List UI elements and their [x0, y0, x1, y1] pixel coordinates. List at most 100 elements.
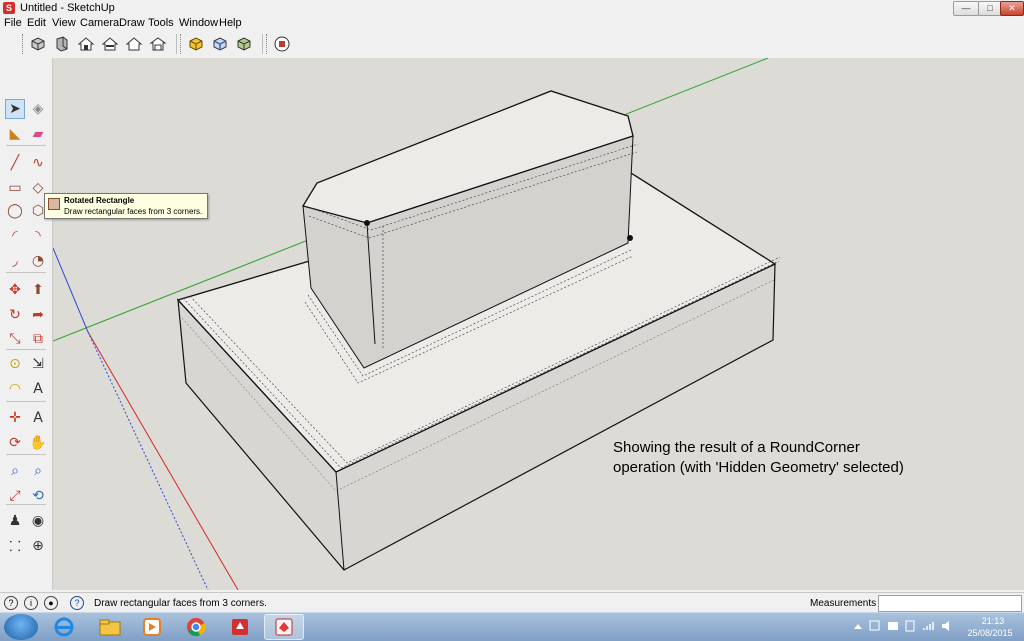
- fillet-vertex: [364, 220, 370, 226]
- measurements-label: Measurements: [810, 598, 877, 609]
- sketchup-app-icon[interactable]: S: [3, 2, 15, 14]
- rotate-icon[interactable]: ↻: [5, 305, 25, 325]
- tool-separator: [6, 454, 46, 455]
- toolbar-grip[interactable]: [180, 34, 184, 54]
- menu-window[interactable]: Window: [179, 17, 218, 29]
- toolbar-grip[interactable]: [22, 34, 26, 54]
- rotated-rectangle-icon: [48, 198, 60, 210]
- zoom-icon[interactable]: ⌕: [5, 461, 25, 481]
- make-component-icon[interactable]: ◈: [28, 99, 48, 119]
- minimize-button[interactable]: —: [953, 1, 979, 16]
- circle-icon[interactable]: ◯: [5, 201, 25, 221]
- annotation-line-1: Showing the result of a RoundCorner: [613, 439, 860, 456]
- axes-icon[interactable]: ✛: [5, 408, 25, 428]
- model-scene: [53, 58, 781, 590]
- three-point-arc-icon[interactable]: ◞: [5, 251, 25, 271]
- extension-warehouse-icon[interactable]: [272, 34, 292, 54]
- push-pull-icon[interactable]: ⬆: [28, 280, 48, 300]
- style-shaded-icon[interactable]: [234, 34, 254, 54]
- two-point-arc-icon[interactable]: ◝: [28, 226, 48, 246]
- start-button[interactable]: [4, 614, 38, 640]
- sketchup-active-icon[interactable]: [264, 614, 304, 640]
- previous-view-icon[interactable]: ⟲: [28, 486, 48, 506]
- style-backedges-icon[interactable]: [210, 34, 230, 54]
- clock-date[interactable]: 25/08/2015: [962, 628, 1018, 638]
- zoom-extents-icon[interactable]: ⤢: [5, 486, 25, 506]
- tool-separator: [6, 401, 46, 402]
- menu-view[interactable]: View: [52, 17, 76, 29]
- instructor-icon[interactable]: ?: [70, 596, 84, 610]
- annotation-line-2: operation (with 'Hidden Geometry' select…: [613, 459, 904, 476]
- pan-icon[interactable]: ✋: [28, 433, 48, 453]
- offset-icon[interactable]: ⧉: [28, 329, 48, 349]
- menu-file[interactable]: File: [4, 17, 22, 29]
- clock-time[interactable]: 21:13: [968, 616, 1018, 626]
- views-right-icon[interactable]: [100, 34, 120, 54]
- credits-icon[interactable]: i: [24, 596, 38, 610]
- tool-tooltip: Rotated Rectangle Draw rectangular faces…: [44, 193, 208, 219]
- menu-draw[interactable]: Draw: [119, 17, 145, 29]
- freehand-icon[interactable]: ∿: [28, 153, 48, 173]
- measurements-input[interactable]: [878, 595, 1022, 612]
- blue-axis: [53, 247, 89, 333]
- follow-me-icon[interactable]: ➦: [28, 305, 48, 325]
- toolbar-grip[interactable]: [266, 34, 270, 54]
- user-account-icon[interactable]: ●: [44, 596, 58, 610]
- views-back-icon[interactable]: [124, 34, 144, 54]
- views-toolbar: [0, 30, 1024, 59]
- keyboard-icon[interactable]: [888, 622, 898, 630]
- views-front-icon[interactable]: [76, 34, 96, 54]
- protractor-icon[interactable]: ◠: [5, 379, 25, 399]
- geo-location-icon[interactable]: ?: [4, 596, 18, 610]
- text-icon[interactable]: A: [28, 379, 48, 399]
- views-top-icon[interactable]: [52, 34, 72, 54]
- menu-help[interactable]: Help: [219, 17, 242, 29]
- views-left-icon[interactable]: [148, 34, 168, 54]
- close-button[interactable]: ✕: [1000, 1, 1024, 16]
- chrome-icon[interactable]: [176, 614, 216, 640]
- show-hidden-icons-icon[interactable]: [854, 624, 862, 629]
- look-around-icon[interactable]: ◉: [28, 511, 48, 531]
- modeling-viewport[interactable]: Showing the result of a RoundCorner oper…: [53, 58, 1024, 590]
- tooltip-description: Draw rectangular faces from 3 corners.: [64, 207, 203, 216]
- line-icon[interactable]: ╱: [5, 153, 25, 173]
- tape-measure-icon[interactable]: ⊙: [5, 354, 25, 374]
- menu-edit[interactable]: Edit: [27, 17, 46, 29]
- menu-camera[interactable]: Camera: [80, 17, 119, 29]
- annotation-text: Showing the result of a RoundCorner oper…: [613, 438, 973, 478]
- tooltip-title: Rotated Rectangle: [64, 196, 135, 205]
- walk-icon[interactable]: ⸬: [5, 536, 25, 556]
- scale-icon[interactable]: ⤡: [5, 329, 25, 349]
- internet-explorer-icon[interactable]: [44, 614, 84, 640]
- status-bar: ? i ● ? Draw rectangular faces from 3 co…: [0, 592, 1024, 613]
- position-camera-icon[interactable]: ♟: [5, 511, 25, 531]
- zoom-window-icon[interactable]: ⌕: [28, 461, 48, 481]
- network-icon[interactable]: [923, 622, 934, 630]
- pie-icon[interactable]: ◔: [28, 251, 48, 271]
- select-icon[interactable]: ➤: [5, 99, 25, 119]
- maximize-button[interactable]: □: [978, 1, 1002, 16]
- orbit-icon[interactable]: ⟳: [5, 433, 25, 453]
- windows-taskbar: 21:13 25/08/2015: [0, 612, 1024, 641]
- section-plane-icon[interactable]: ⊕: [28, 536, 48, 556]
- rectangle-icon[interactable]: ▭: [5, 178, 25, 198]
- dimension-icon[interactable]: ⇲: [28, 354, 48, 374]
- tool-separator: [6, 504, 46, 505]
- title-bar: S Untitled - SketchUp — □ ✕: [0, 0, 1024, 17]
- volume-icon[interactable]: [942, 621, 949, 631]
- arc-icon[interactable]: ◜: [5, 226, 25, 246]
- action-center-icon[interactable]: [869, 620, 880, 631]
- sketchup-icon[interactable]: [220, 614, 260, 640]
- 3d-text-icon[interactable]: A: [28, 408, 48, 428]
- menu-tools[interactable]: Tools: [148, 17, 174, 29]
- file-explorer-icon[interactable]: [90, 614, 130, 640]
- window-title: Untitled - SketchUp: [20, 2, 115, 14]
- paint-bucket-icon[interactable]: ◣: [5, 124, 25, 144]
- move-icon[interactable]: ✥: [5, 280, 25, 300]
- eraser-icon[interactable]: ▰: [28, 124, 48, 144]
- battery-icon[interactable]: [905, 620, 915, 632]
- style-xray-icon[interactable]: [186, 34, 206, 54]
- tool-separator: [6, 145, 46, 146]
- media-player-icon[interactable]: [132, 614, 172, 640]
- views-iso-icon[interactable]: [28, 34, 48, 54]
